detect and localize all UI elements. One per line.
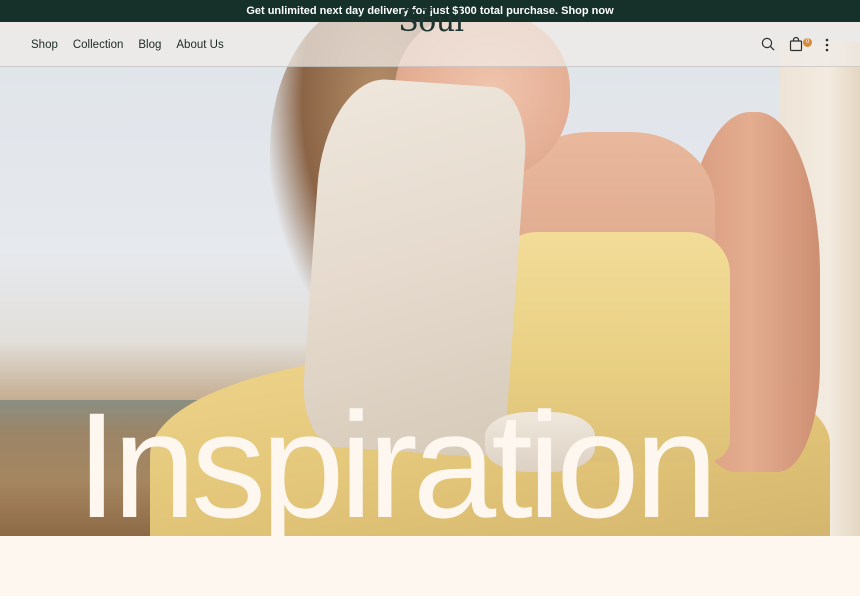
shopping-bag-icon[interactable] [788, 36, 804, 52]
more-vertical-icon[interactable] [823, 38, 831, 52]
main-nav: Shop Collection Blog About Us [31, 22, 224, 67]
content-section [0, 536, 860, 596]
hero-headline: Inspiration [76, 381, 718, 549]
nav-link-shop[interactable]: Shop [31, 39, 58, 51]
search-icon[interactable] [761, 37, 775, 51]
nav-link-collection[interactable]: Collection [73, 39, 124, 51]
brand-logo[interactable]: Sōul [396, 2, 466, 42]
cart-count-badge: 0 [803, 38, 812, 47]
nav-link-about-us[interactable]: About Us [176, 39, 223, 51]
nav-link-blog[interactable]: Blog [138, 39, 161, 51]
